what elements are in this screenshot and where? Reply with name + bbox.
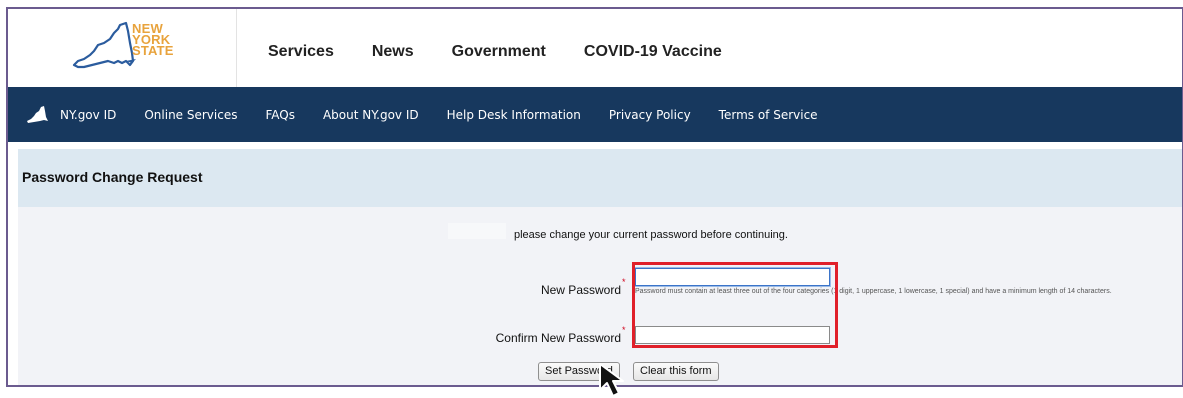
nav-online-services[interactable]: Online Services xyxy=(144,108,237,122)
new-password-required-marker: * xyxy=(622,277,626,287)
nys-map-logo-icon xyxy=(72,21,136,69)
nys-logo-link[interactable]: NEW YORK STATE xyxy=(8,9,237,87)
nav-terms-of-service[interactable]: Terms of Service xyxy=(719,108,818,122)
password-requirements-hint: Password must contain at least three out… xyxy=(635,288,1112,295)
top-nav-news[interactable]: News xyxy=(372,43,414,61)
nav-about-nygov-id[interactable]: About NY.gov ID xyxy=(323,108,419,122)
page-title-band: Password Change Request xyxy=(18,149,1182,207)
clear-form-button[interactable]: Clear this form xyxy=(633,362,719,381)
top-nav-government[interactable]: Government xyxy=(452,43,546,61)
nav-privacy-policy[interactable]: Privacy Policy xyxy=(609,108,691,122)
redacted-username xyxy=(448,223,506,239)
top-nav-services[interactable]: Services xyxy=(268,43,334,61)
nygov-id-nav: NY.gov ID Online Services FAQs About NY.… xyxy=(8,87,1182,142)
confirm-password-input[interactable] xyxy=(635,326,830,344)
top-nav: Services News Government COVID-19 Vaccin… xyxy=(268,43,722,61)
logo-line-state: STATE xyxy=(132,43,174,58)
top-nav-covid-vaccine[interactable]: COVID-19 Vaccine xyxy=(584,43,722,61)
logo-wordmark: NEW YORK STATE xyxy=(132,22,174,58)
change-password-notice: please change your current password befo… xyxy=(514,229,788,241)
confirm-password-label: Confirm New Password xyxy=(495,331,621,345)
password-change-form: please change your current password befo… xyxy=(18,207,1182,385)
mouse-pointer-icon xyxy=(599,363,624,397)
confirm-password-required-marker: * xyxy=(622,325,626,335)
new-password-input[interactable] xyxy=(635,268,830,286)
ny-state-icon xyxy=(27,106,48,123)
browser-frame: NEW YORK STATE Services News Government … xyxy=(6,7,1183,387)
page-title: Password Change Request xyxy=(22,169,203,185)
nav-faqs[interactable]: FAQs xyxy=(265,108,295,122)
nav-nygov-id[interactable]: NY.gov ID xyxy=(60,108,116,122)
new-password-label: New Password xyxy=(540,283,621,297)
site-header: NEW YORK STATE Services News Government … xyxy=(8,9,1182,87)
nav-help-desk[interactable]: Help Desk Information xyxy=(447,108,581,122)
